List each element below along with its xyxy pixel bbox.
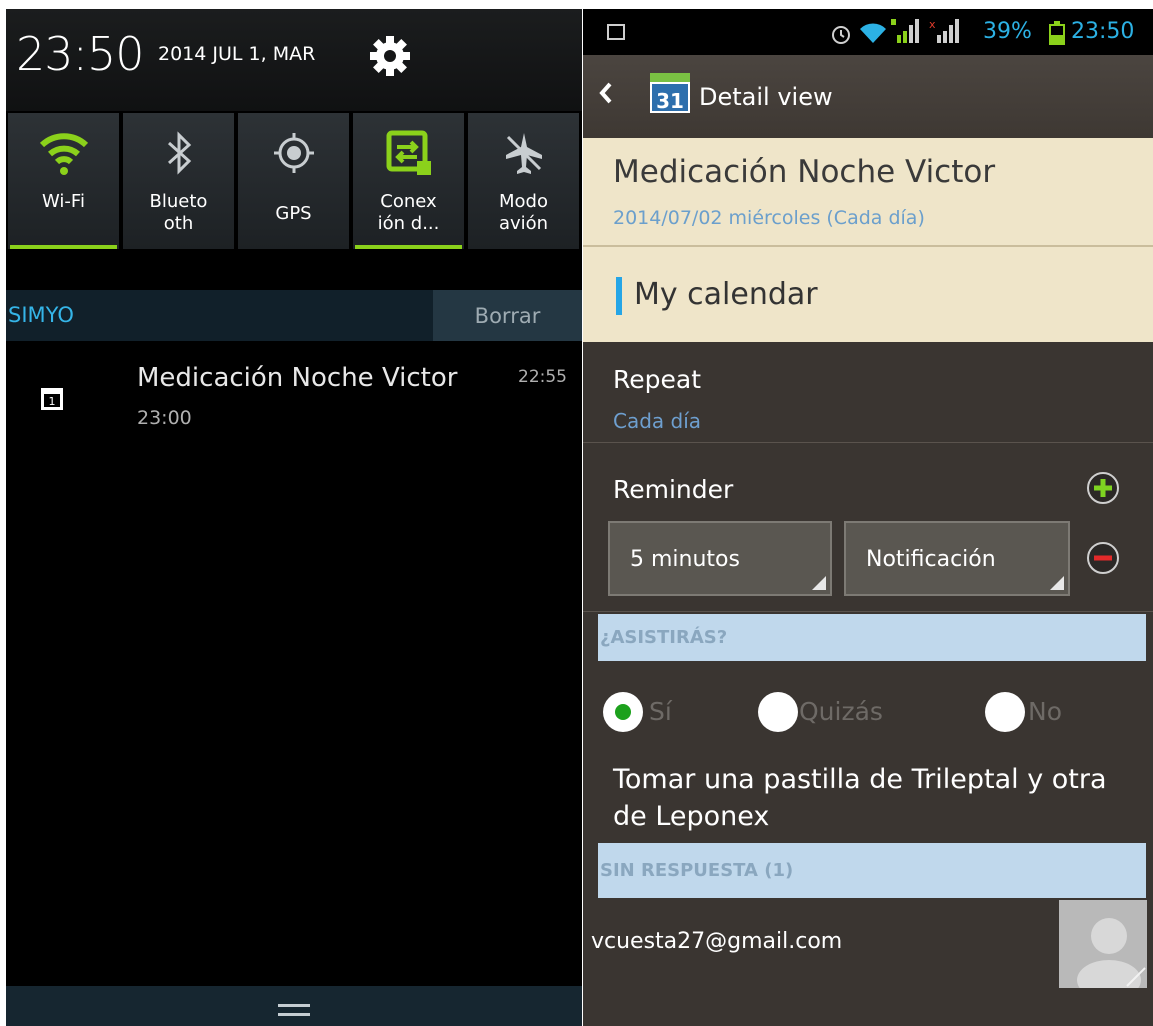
guest-email: vcuesta27@gmail.com xyxy=(591,929,843,954)
reminder-time-value: 5 minutos xyxy=(630,547,740,572)
mobile-data-icon xyxy=(386,130,431,175)
status-time: 23:50 xyxy=(1071,19,1135,44)
shade-date: 2014 JUL 1, MAR xyxy=(158,43,316,65)
add-reminder-icon[interactable] xyxy=(1086,471,1120,505)
quick-setting-mobile-data[interactable]: Conex ión d... xyxy=(353,113,464,249)
notification-timestamp: 22:55 xyxy=(518,367,567,387)
quick-setting-wifi[interactable]: Wi-Fi xyxy=(8,113,119,249)
reminder-type-value: Notificación xyxy=(866,547,996,572)
active-indicator xyxy=(355,245,462,249)
quick-setting-gps[interactable]: GPS xyxy=(238,113,349,249)
event-description: Tomar una pastilla de Trileptal y otra d… xyxy=(613,764,1107,832)
event-date: 2014/07/02 miércoles (Cada día) xyxy=(613,207,925,229)
attendance-yes-label: Sí xyxy=(649,697,672,726)
svg-text:x: x xyxy=(929,19,936,31)
shade-clock: 23:50 xyxy=(16,27,145,81)
image-notification-icon xyxy=(607,24,625,40)
quick-setting-label: Modo avión xyxy=(498,191,549,234)
no-response-header: SIN RESPUESTA (1) xyxy=(598,843,1146,898)
active-indicator xyxy=(10,245,117,249)
reminder-time-dropdown[interactable]: 5 minutos xyxy=(608,521,832,596)
drag-handle-icon[interactable] xyxy=(278,1004,310,1016)
notification-title: Medicación Noche Victor xyxy=(137,363,458,393)
wifi-icon xyxy=(39,133,89,175)
remove-reminder-icon[interactable] xyxy=(1086,541,1120,575)
notification-shade: 23:50 2014 JUL 1, MAR Wi-Fi Blueto oth G… xyxy=(6,9,582,1026)
attendance-header: ¿ASISTIRÁS? xyxy=(598,614,1146,661)
svg-text:1: 1 xyxy=(49,395,56,408)
calendar-detail-screen: x 39% 23:50 31 Detail view Medicación No… xyxy=(583,9,1153,1026)
quick-setting-airplane-mode[interactable]: Modo avión xyxy=(468,113,579,249)
gear-icon[interactable] xyxy=(369,35,411,77)
divider xyxy=(583,442,1153,443)
airplane-icon xyxy=(506,133,542,174)
cell-signal-no-service-icon: x xyxy=(929,19,959,43)
repeat-value: Cada día xyxy=(613,409,702,433)
calendar-color-indicator xyxy=(616,277,622,315)
quick-setting-bluetooth[interactable]: Blueto oth xyxy=(123,113,234,249)
attendance-no-label: No xyxy=(1028,697,1062,726)
alarm-icon xyxy=(832,26,850,44)
carrier-label: SIMYO xyxy=(8,303,74,327)
quick-setting-label: Conex ión d... xyxy=(377,191,440,234)
action-bar-title: Detail view xyxy=(699,83,833,111)
wifi-signal-icon xyxy=(860,23,886,43)
attendance-maybe-label: Quizás xyxy=(799,697,883,726)
battery-icon xyxy=(1049,21,1065,45)
dropdown-arrow-icon xyxy=(1050,576,1064,590)
reminder-label: Reminder xyxy=(613,475,734,504)
attendance-maybe-radio[interactable] xyxy=(758,692,798,732)
divider xyxy=(583,611,1153,612)
notification-item[interactable] xyxy=(6,341,582,451)
attendance-no-radio[interactable] xyxy=(985,692,1025,732)
avatar xyxy=(1059,900,1147,988)
back-icon[interactable] xyxy=(599,81,613,105)
quick-setting-label: GPS xyxy=(275,203,312,224)
notification-event-time: 23:00 xyxy=(137,407,192,429)
gps-icon xyxy=(274,133,314,173)
radio-selected-dot xyxy=(615,704,631,720)
reminder-type-dropdown[interactable]: Notificación xyxy=(844,521,1070,596)
calendar-app-day: 31 xyxy=(656,89,684,113)
quick-setting-label: Wi-Fi xyxy=(42,191,85,212)
dropdown-arrow-icon xyxy=(812,576,826,590)
clear-notifications-button[interactable]: Borrar xyxy=(433,290,582,341)
event-title: Medicación Noche Victor xyxy=(613,154,996,190)
cell-signal-icon xyxy=(891,19,919,43)
calendar-name: My calendar xyxy=(634,277,818,312)
repeat-label: Repeat xyxy=(613,365,702,394)
calendar-icon: 1 xyxy=(41,388,63,410)
attendance-header-label: ¿ASISTIRÁS? xyxy=(600,627,728,648)
no-response-header-label: SIN RESPUESTA (1) xyxy=(600,860,794,881)
bluetooth-icon xyxy=(167,131,192,175)
battery-percent: 39% xyxy=(983,19,1032,44)
quick-setting-label: Blueto oth xyxy=(149,191,208,234)
